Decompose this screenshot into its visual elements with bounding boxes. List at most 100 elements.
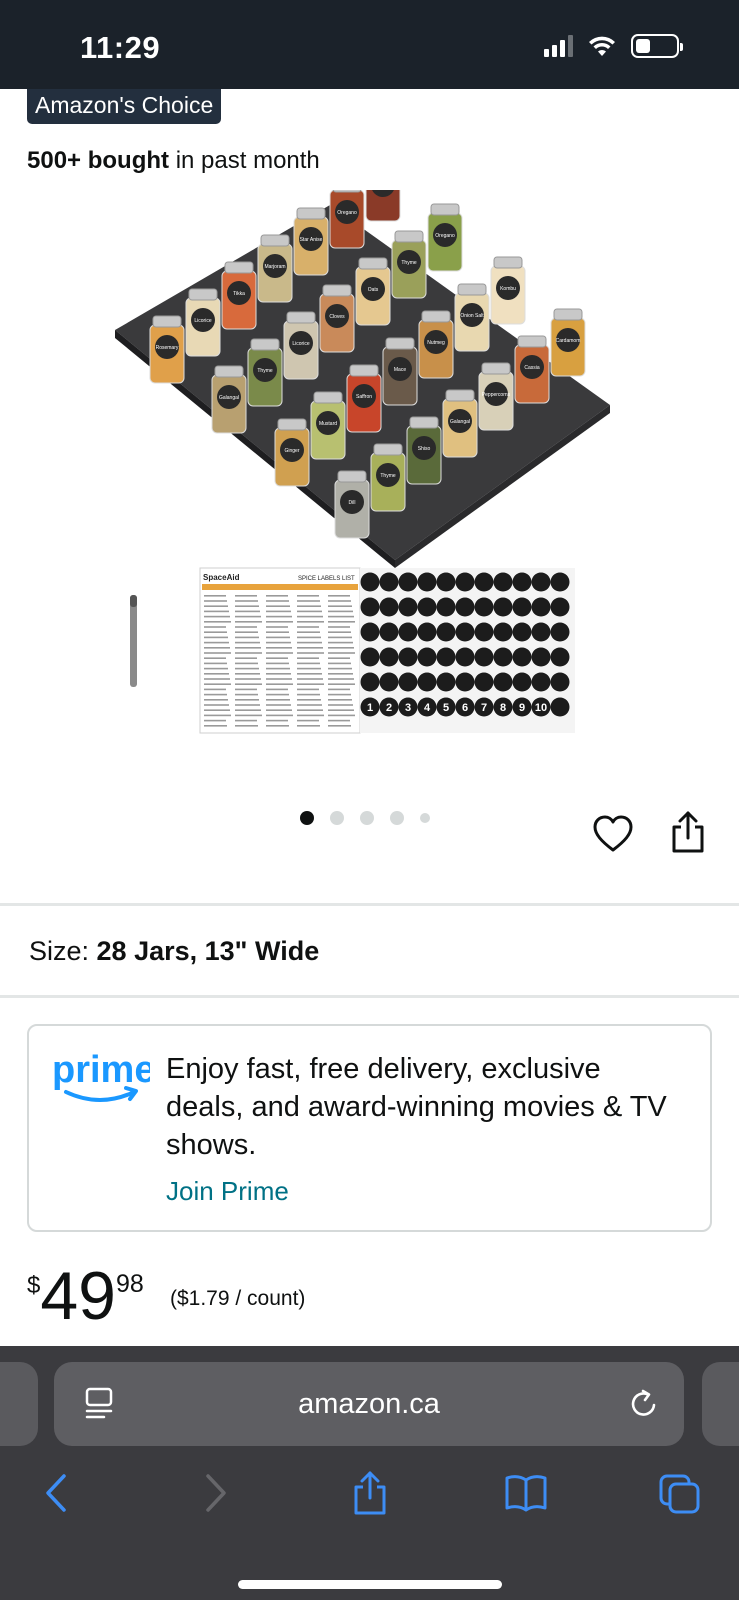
sheet-text-line: [328, 652, 355, 654]
sheet-text-line: [328, 595, 350, 597]
carousel-dot[interactable]: [330, 811, 344, 825]
sheet-text-line: [328, 699, 352, 701]
sheet-text-line: [328, 621, 355, 623]
carousel-dot[interactable]: [360, 811, 374, 825]
sheet-text-line: [266, 704, 291, 706]
sheet-text-line: [297, 626, 319, 628]
spice-jar-label: Cloves: [329, 314, 345, 320]
sheet-text-line: [204, 626, 226, 628]
sheet-text-line: [266, 683, 293, 685]
sheet-text-line: [328, 678, 354, 680]
home-indicator: [238, 1580, 502, 1589]
image-carousel-dots[interactable]: [300, 811, 430, 825]
chalkboard-number-label: 5: [443, 702, 449, 714]
sheet-text-line: [266, 595, 288, 597]
chalkboard-number-label: 2: [386, 702, 392, 714]
price-per-unit: ($1.79 / count): [170, 1287, 306, 1310]
carousel-dot[interactable]: [300, 811, 314, 825]
sheet-text-line: [328, 647, 354, 649]
sheet-text-line: [297, 636, 321, 639]
sheet-text-line: [297, 673, 322, 675]
chalkboard-label: [360, 647, 380, 667]
sheet-text-line: [204, 699, 228, 701]
carousel-dot[interactable]: [420, 813, 430, 823]
reload-icon[interactable]: [628, 1388, 660, 1420]
chalkboard-label: [531, 622, 551, 642]
spice-jar: Mustard: [310, 391, 346, 460]
spice-jar-label: Kombu: [500, 286, 516, 292]
chalkboard-number-label: 6: [462, 702, 468, 714]
sheet-text-line: [204, 621, 231, 623]
product-image[interactable]: Rosemary Licorice Tikka Marjoram Star Anise O…: [110, 190, 630, 760]
bought-suffix: in past month: [169, 147, 320, 174]
spice-jar: Oats: [355, 257, 391, 326]
sheet-text-line: [204, 673, 229, 675]
chalkboard-label: [493, 672, 513, 692]
sheet-text-line: [235, 600, 258, 602]
sheet-text-line: [235, 688, 257, 691]
sheet-text-line: [266, 631, 289, 633]
chalkboard-label: [379, 597, 399, 617]
price-fraction: 98: [116, 1270, 144, 1298]
sheet-text-line: [204, 719, 226, 722]
chalkboard-label: [417, 672, 437, 692]
address-bar[interactable]: amazon.ca: [54, 1362, 684, 1446]
browser-bottom-bar: amazon.ca: [0, 1346, 739, 1600]
share-icon[interactable]: [348, 1470, 392, 1516]
sheet-text-line: [266, 662, 289, 665]
bookmarks-icon[interactable]: [504, 1470, 548, 1516]
prime-description: Enjoy fast, free delivery, exclusive dea…: [166, 1053, 667, 1161]
previous-tab-preview[interactable]: [0, 1362, 38, 1446]
spice-jar-label: Onion Salt: [460, 313, 484, 319]
sheet-text-line: [328, 631, 351, 633]
sheet-text-line: [328, 657, 350, 659]
spice-jar-label: Mace: [394, 367, 406, 373]
spice-jar: Shiso: [406, 416, 442, 485]
sheet-text-line: [235, 662, 258, 665]
carousel-dot[interactable]: [390, 811, 404, 825]
chalkboard-label: [493, 622, 513, 642]
sheet-text-line: [297, 667, 321, 670]
section-divider: [0, 903, 739, 906]
share-icon[interactable]: [670, 810, 706, 854]
sheet-text-line: [328, 725, 351, 727]
size-value: 28 Jars, 13" Wide: [96, 936, 320, 966]
sheet-text-line: [297, 615, 323, 618]
heart-icon[interactable]: [593, 815, 633, 853]
spice-jar-label: Cardamom: [556, 338, 581, 344]
back-icon[interactable]: [36, 1470, 80, 1516]
sheet-text-line: [204, 636, 228, 639]
sheet-text-line: [266, 621, 293, 623]
sheet-text-line: [266, 688, 288, 691]
chalkboard-label: [455, 622, 475, 642]
labels-sheet-brand: SpaceAid: [203, 573, 240, 582]
sheet-text-line: [235, 719, 257, 722]
chalkboard-number-label: 1: [367, 702, 373, 714]
chalkboard-label: [360, 597, 380, 617]
sheet-text-line: [328, 683, 355, 685]
chalkboard-label: [493, 597, 513, 617]
spice-jar-label: Ginger: [284, 448, 299, 454]
chalkboard-label: [436, 647, 456, 667]
size-selector[interactable]: Size: 28 Jars, 13" Wide: [29, 936, 319, 967]
join-prime-link[interactable]: Join Prime: [166, 1176, 289, 1207]
tabs-icon[interactable]: [658, 1470, 702, 1516]
sheet-text-line: [328, 704, 353, 706]
sheet-text-line: [297, 719, 319, 722]
spice-jar: Tarragon: [365, 190, 401, 222]
chalkboard-label: [398, 622, 418, 642]
sheet-text-line: [328, 693, 351, 696]
sheet-text-line: [235, 610, 260, 613]
sheet-text-line: [266, 641, 291, 644]
sheet-text-line: [266, 652, 293, 654]
forward-icon[interactable]: [192, 1470, 236, 1516]
prime-promo-card: prime Enjoy fast, free delivery, exclusi…: [27, 1024, 712, 1232]
sheet-text-line: [204, 615, 230, 618]
sheet-text-line: [235, 725, 258, 727]
spice-jar: Thyme: [247, 338, 283, 407]
sheet-text-line: [297, 699, 321, 701]
sheet-text-line: [297, 683, 324, 685]
sheet-text-line: [328, 714, 355, 717]
next-tab-preview[interactable]: [702, 1362, 739, 1446]
prime-logo-text: prime: [52, 1049, 150, 1091]
